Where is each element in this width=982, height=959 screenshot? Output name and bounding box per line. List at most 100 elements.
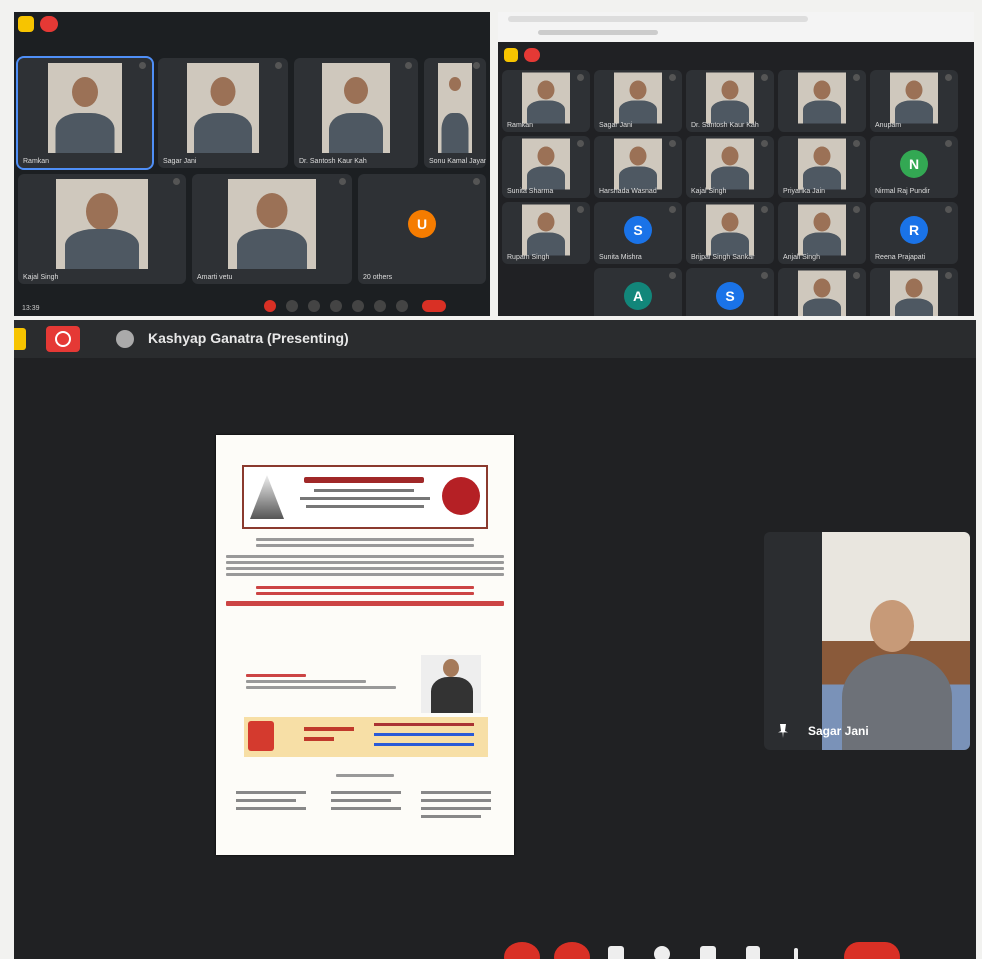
mic-muted-icon [853, 74, 860, 81]
meet-logo-icon[interactable] [504, 48, 518, 62]
hand-icon[interactable] [374, 300, 386, 312]
camera-icon[interactable] [286, 300, 298, 312]
meeting-time: 13:39 [22, 305, 40, 312]
end-call-icon[interactable] [422, 300, 446, 312]
participant-tile[interactable]: S Sunita Mishra [594, 202, 682, 264]
top-right-meet-screenshot: Ramkan Sagar Jani Dr. Santosh Kaur Kah Anup… [498, 12, 974, 316]
participant-tile[interactable]: Sonu Kamal Jayamu [424, 58, 486, 168]
mic-icon[interactable] [264, 300, 276, 312]
participant-video [890, 72, 938, 124]
presenter-label: Kashyap Ganatra (Presenting) [148, 330, 349, 346]
avatar: R [900, 215, 928, 244]
mic-muted-icon [577, 140, 584, 147]
avatar: N [900, 149, 928, 178]
mic-muted-icon [173, 178, 180, 185]
participant-tile[interactable]: Ramkan [502, 70, 590, 132]
participant-name: Dr. Santosh Kaur Kah [691, 122, 759, 129]
mic-muted-icon [275, 62, 282, 69]
participant-tile[interactable]: Brijpal Singh Sankar [686, 202, 774, 264]
caption-icon[interactable] [308, 300, 320, 312]
mic-muted-icon [853, 206, 860, 213]
participant-video [706, 72, 754, 124]
mic-muted-icon [853, 272, 860, 279]
participant-tile[interactable]: Dr. Santosh Kaur Kah [294, 58, 418, 168]
mic-muted-icon [669, 74, 676, 81]
participant-tile[interactable]: Priyanka Jain [778, 136, 866, 198]
participant-tile[interactable]: Kajal Singh [18, 174, 186, 284]
college-logo-right [442, 477, 480, 515]
more-icon[interactable] [396, 300, 408, 312]
record-icon[interactable] [40, 16, 58, 32]
shared-flyer [216, 435, 514, 855]
participant-name: Ramkan [23, 158, 50, 165]
participant-video [228, 178, 316, 269]
avatar: U [408, 209, 436, 238]
mic-muted-icon [853, 140, 860, 147]
mic-muted-icon [761, 140, 768, 147]
participant-tile[interactable] [778, 268, 866, 316]
participant-name: Nirmal Raj Pundir [875, 188, 930, 195]
mic-muted-icon [405, 62, 412, 69]
participant-video [522, 204, 570, 256]
participant-tile[interactable]: Sunita Sharma [502, 136, 590, 198]
participant-tile[interactable]: A [594, 268, 682, 316]
mic-muted-icon [339, 178, 346, 185]
presenting-icon [116, 330, 134, 348]
caption-icon[interactable] [608, 946, 624, 959]
participant-tile[interactable]: Sagar Jani [594, 70, 682, 132]
participant-name: Kajal Singh [691, 188, 727, 195]
emoji-icon[interactable] [330, 300, 342, 312]
participant-tile[interactable]: U 20 others [358, 174, 486, 284]
participant-video [706, 204, 754, 256]
participant-tile[interactable]: Anupam [870, 70, 958, 132]
participant-tile[interactable]: S [686, 268, 774, 316]
mic-muted-icon [945, 206, 952, 213]
more-icon[interactable] [794, 948, 798, 959]
participant-tile[interactable]: N Nirmal Raj Pundir [870, 136, 958, 198]
avatar: S [716, 281, 744, 310]
record-icon[interactable] [524, 48, 540, 62]
participant-name: Brijpal Singh Sankar [691, 254, 755, 261]
meet-logo-icon[interactable] [14, 328, 26, 350]
participant-tile[interactable]: Dr. Santosh Kaur Kah [686, 70, 774, 132]
speaker-video [822, 532, 970, 750]
participant-video [322, 62, 390, 153]
camera-icon[interactable] [554, 942, 590, 959]
speaker-tile[interactable]: Sagar Jani [764, 532, 970, 750]
participant-video [522, 72, 570, 124]
participant-name: Rupam Singh [507, 254, 550, 261]
pin-icon[interactable] [778, 724, 788, 738]
participant-tile[interactable]: Sagar Jani [158, 58, 288, 168]
participant-name: Dr. Santosh Kaur Kah [299, 158, 367, 165]
calendar-icon [248, 721, 274, 751]
mic-muted-icon [669, 272, 676, 279]
mic-muted-icon [945, 272, 952, 279]
participant-video [438, 62, 472, 153]
participant-tile[interactable]: Harshada Wasnad [594, 136, 682, 198]
mic-icon[interactable] [504, 942, 540, 959]
record-icon [55, 331, 71, 347]
participant-name: Kajal Singh [23, 274, 59, 281]
participant-tile[interactable]: Anjali Singh [778, 202, 866, 264]
presentation-screenshot: Kashyap Ganatra (Presenting) Sagar Jani [14, 320, 976, 959]
participant-tile[interactable] [778, 70, 866, 132]
participant-tile[interactable]: Kajal Singh [686, 136, 774, 198]
participant-tile[interactable]: Rupam Singh [502, 202, 590, 264]
record-button[interactable] [46, 326, 80, 352]
mic-muted-icon [945, 140, 952, 147]
participant-video [614, 138, 662, 190]
mic-muted-icon [761, 272, 768, 279]
participant-tile[interactable]: Ramkan [16, 56, 154, 170]
meet-logo-icon[interactable] [18, 16, 34, 32]
participant-tile[interactable] [870, 268, 958, 316]
speaker-name: Sagar Jani [808, 724, 869, 738]
hand-icon[interactable] [746, 946, 760, 959]
present-icon[interactable] [352, 300, 364, 312]
participant-tile[interactable]: Amarti vetu [192, 174, 352, 284]
participant-tile[interactable]: R Reena Prajapati [870, 202, 958, 264]
end-call-icon[interactable] [844, 942, 900, 959]
present-icon[interactable] [700, 946, 716, 959]
mic-muted-icon [577, 74, 584, 81]
participant-name: Sagar Jani [599, 122, 633, 129]
emoji-icon[interactable] [654, 946, 670, 959]
